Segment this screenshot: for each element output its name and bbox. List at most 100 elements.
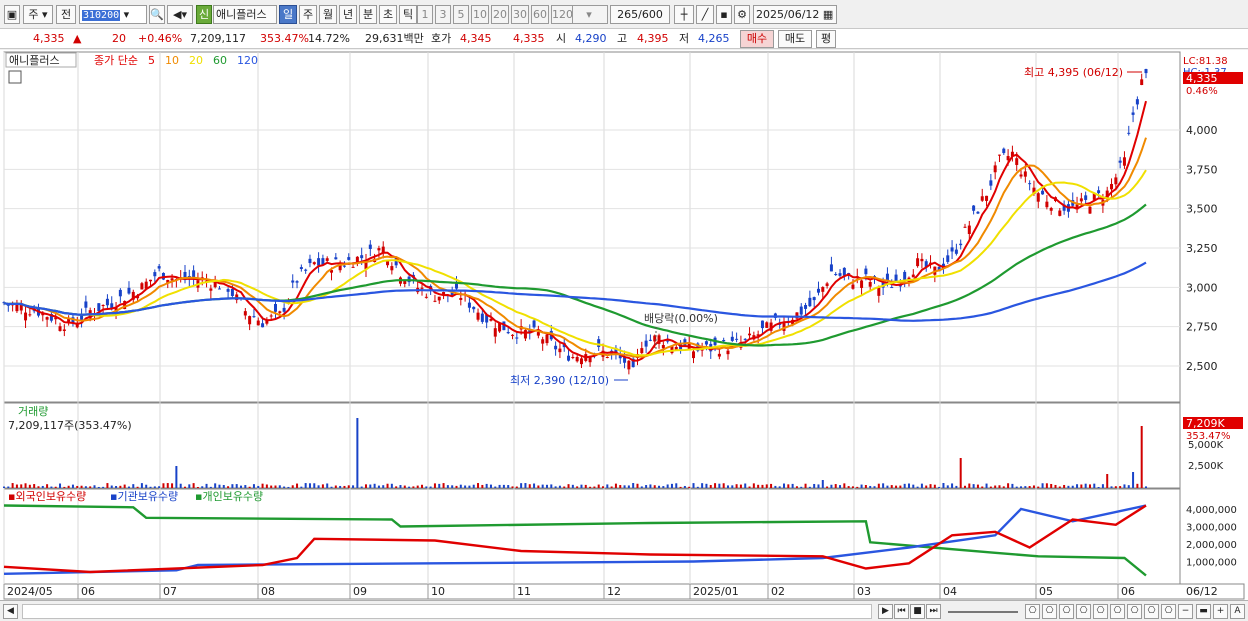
tool-icon-1[interactable]: ⎔	[1025, 604, 1040, 619]
scroll-left-button[interactable]: ◀	[3, 604, 18, 619]
interval-button-10[interactable]: 10	[471, 5, 489, 24]
interval-button-3[interactable]: 3	[435, 5, 451, 24]
volume-bar	[3, 486, 5, 488]
tool-icon-4[interactable]: ⎔	[1076, 604, 1091, 619]
search-icon[interactable]: 🔍	[149, 5, 165, 24]
interval-button-60[interactable]: 60	[531, 5, 549, 24]
scroll-track[interactable]	[22, 604, 872, 619]
save-icon[interactable]: ▪	[716, 5, 732, 24]
volume-bar	[907, 483, 910, 488]
xaxis-label: 07	[163, 585, 177, 598]
chart-svg[interactable]: 2024/05 06 07 08 09 10 11 12 2025/01 02 03 04 05 06 06…	[0, 50, 1248, 600]
volume-bar	[330, 486, 333, 488]
candle-body	[989, 180, 993, 186]
volume-bar	[283, 486, 286, 488]
interval-button-120[interactable]: 120	[551, 5, 573, 24]
period-button-6[interactable]: 틱	[399, 5, 417, 24]
volume-bar	[123, 484, 126, 488]
candle-body	[299, 267, 303, 269]
prev-button[interactable]: 전	[56, 5, 76, 24]
candle-body	[523, 330, 527, 339]
xaxis-label: 06	[1121, 585, 1135, 598]
buy-button[interactable]: 매수	[740, 30, 774, 48]
type-select[interactable]: 주 ▾	[23, 5, 53, 24]
candle-type-icon[interactable]: ┼	[674, 5, 694, 24]
tool-icon-6[interactable]: ⎔	[1110, 604, 1125, 619]
interval-button-30[interactable]: 30	[511, 5, 529, 24]
volume-bar	[395, 486, 398, 488]
volume-bar	[24, 483, 27, 488]
ma-legend-title: 종가 단순	[94, 54, 138, 67]
candle-body	[506, 332, 510, 334]
candle-body	[157, 266, 161, 269]
stop-button[interactable]: ■	[910, 604, 925, 619]
zoom-slider[interactable]	[948, 611, 1018, 613]
volume-bar	[864, 485, 867, 488]
low-annotation: 최저 2,390 (12/10)	[510, 374, 609, 387]
sell-button[interactable]: 매도	[778, 30, 812, 48]
tool-icon-7[interactable]: ⎔	[1127, 604, 1142, 619]
last-button[interactable]: ⏭	[926, 604, 941, 619]
count-field[interactable]: 265/600	[610, 5, 670, 24]
candle-body	[334, 257, 338, 260]
new-badge[interactable]: 신	[196, 5, 212, 24]
xaxis-frame	[3, 583, 1245, 600]
draw-tool-icon[interactable]: ╱	[696, 5, 714, 24]
volume-bar	[787, 484, 790, 488]
period-button-0[interactable]: 일	[279, 5, 297, 24]
candle-body	[1097, 190, 1101, 194]
volume-bar	[976, 484, 979, 488]
candle-body	[834, 274, 838, 276]
volume-bar	[1114, 486, 1117, 488]
interval-button-20[interactable]: 20	[491, 5, 509, 24]
volume-bar	[442, 483, 445, 488]
period-button-2[interactable]: 월	[319, 5, 337, 24]
text-size-icon[interactable]: A	[1230, 604, 1245, 619]
volume-bar	[748, 486, 751, 488]
tool-icon-5[interactable]: ⎔	[1093, 604, 1108, 619]
zoom-in-icon[interactable]: +	[1213, 604, 1228, 619]
tool-icon-2[interactable]: ⎔	[1042, 604, 1057, 619]
candle-body	[433, 300, 437, 302]
volume-bar	[222, 485, 225, 488]
zoom-out-icon[interactable]: −	[1178, 604, 1193, 619]
candle-body	[1023, 171, 1027, 177]
first-button[interactable]: ⏮	[894, 604, 909, 619]
volume-bar	[369, 484, 372, 488]
scroll-right-button[interactable]: ▶	[878, 604, 893, 619]
period-button-5[interactable]: 초	[379, 5, 397, 24]
volume-bar	[209, 486, 212, 488]
candle-body	[282, 307, 286, 312]
candle-body	[838, 273, 842, 276]
speaker-icon[interactable]: ◀▾	[167, 5, 193, 24]
volume-bar	[826, 486, 829, 488]
interval-select[interactable]: ▾	[570, 5, 608, 24]
volume-bar	[602, 486, 605, 488]
eval-button[interactable]: 평	[816, 30, 836, 48]
zoom-reset-icon[interactable]: ▬	[1196, 604, 1211, 619]
period-button-4[interactable]: 분	[359, 5, 377, 24]
price-ytick: 3,750	[1186, 163, 1218, 176]
tool-icon-3[interactable]: ⎔	[1059, 604, 1074, 619]
stock-name[interactable]: 애니플러스	[213, 5, 277, 24]
volume-bar	[533, 483, 536, 488]
window-icon[interactable]: ▣	[4, 5, 20, 24]
high-annotation: 최고 4,395 (06/12)	[1024, 66, 1123, 79]
volume-bar	[464, 485, 467, 488]
gear-icon[interactable]: ⚙	[734, 5, 750, 24]
volume-bar	[1097, 486, 1100, 488]
period-button-1[interactable]: 주	[299, 5, 317, 24]
chart-area[interactable]: 2024/05 06 07 08 09 10 11 12 2025/01 02 03 04 05 06 06…	[0, 50, 1248, 600]
candle-body	[403, 281, 407, 284]
interval-button-1[interactable]: 1	[417, 5, 433, 24]
interval-button-5[interactable]: 5	[453, 5, 469, 24]
period-button-3[interactable]: 년	[339, 5, 357, 24]
tool-icon-8[interactable]: ⎔	[1144, 604, 1159, 619]
candle-body	[256, 320, 260, 326]
stock-code-input[interactable]: 310200 ▾	[79, 5, 147, 24]
tool-icon-9[interactable]: ⎔	[1161, 604, 1176, 619]
candle-body	[648, 339, 652, 341]
candle-body	[80, 315, 84, 320]
date-field[interactable]: 2025/06/12 ▦	[753, 5, 837, 24]
volume-bar	[550, 484, 553, 488]
